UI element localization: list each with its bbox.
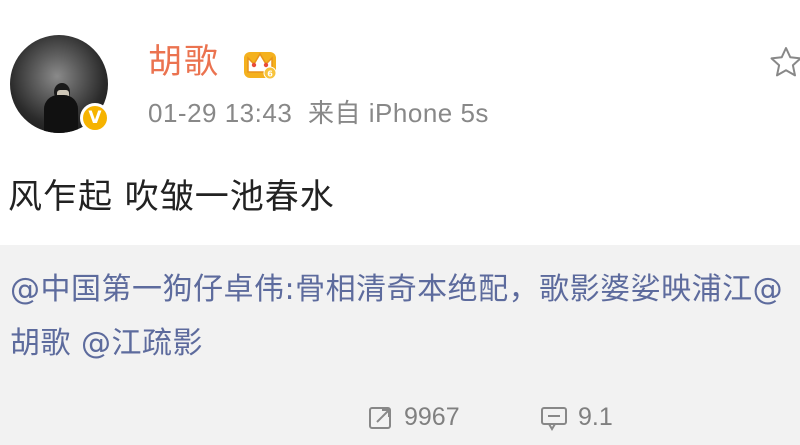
- star-icon[interactable]: [768, 44, 800, 80]
- repost-text[interactable]: @中国第一狗仔卓伟:骨相清奇本绝配，歌影婆娑映浦江@胡歌 @江疏影: [10, 263, 795, 371]
- post-timestamp[interactable]: 01-29 13:43: [148, 98, 292, 128]
- post-header: V 胡歌 6 01-29 13:43 来自 iPhone 5s 风乍起 吹皱一池…: [0, 0, 800, 245]
- avatar-figure: [44, 95, 78, 133]
- username[interactable]: 胡歌: [148, 40, 220, 84]
- verified-badge-icon: V: [80, 103, 110, 133]
- forward-icon: [369, 406, 391, 429]
- comment-count: 9.1: [578, 403, 613, 431]
- svg-text:6: 6: [267, 70, 273, 79]
- post-meta: 01-29 13:43 来自 iPhone 5s: [148, 95, 489, 131]
- forward-count: 9967: [404, 403, 460, 431]
- post-content: 风乍起 吹皱一池春水: [8, 177, 335, 217]
- post-source-device[interactable]: iPhone 5s: [369, 98, 489, 128]
- post-source-prefix: 来自: [308, 98, 362, 128]
- crown-icon: 6: [244, 52, 277, 80]
- post-footer: 9967 9.1: [0, 395, 800, 445]
- comment-button[interactable]: 9.1: [540, 403, 613, 432]
- comment-icon: [541, 406, 567, 431]
- forward-button[interactable]: 9967: [368, 403, 460, 432]
